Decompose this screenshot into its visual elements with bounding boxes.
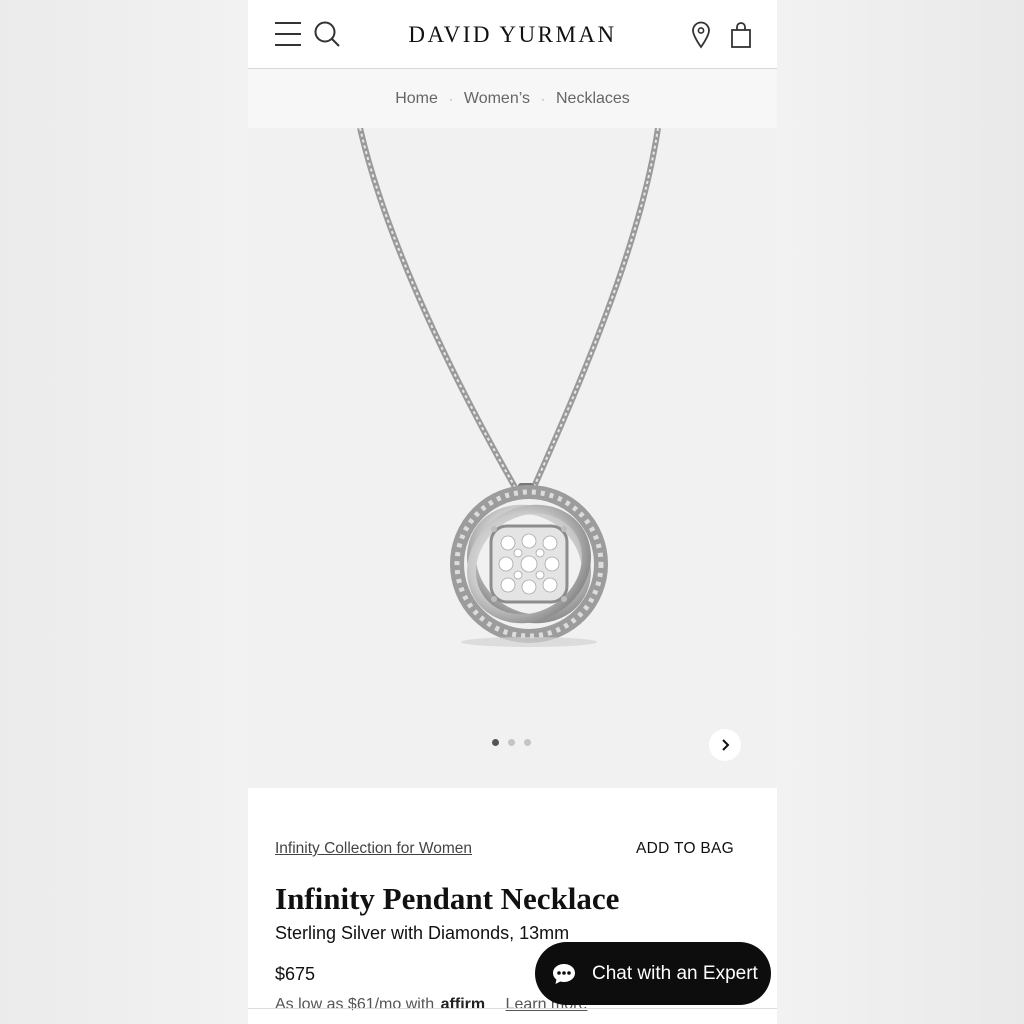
gallery-pagination (492, 739, 531, 746)
breadcrumb-womens[interactable]: Women’s (464, 90, 530, 108)
product-image[interactable] (248, 128, 777, 668)
financing-info: As low as $61/mo with affirm Learn more (275, 996, 587, 1014)
breadcrumb-home[interactable]: Home (395, 90, 438, 108)
product-title: Infinity Pendant Necklace (275, 881, 620, 916)
gallery-next-button[interactable] (709, 729, 741, 761)
chat-with-expert-button[interactable]: Chat with an Expert (535, 942, 771, 1005)
background-right (777, 0, 1024, 1024)
gallery-dot[interactable] (508, 739, 515, 746)
product-gallery (248, 128, 777, 788)
financing-text: As low as $61/mo with (275, 996, 435, 1013)
collection-link[interactable]: Infinity Collection for Women (275, 840, 472, 858)
bottom-divider (248, 1008, 777, 1009)
breadcrumb-separator: · (448, 91, 453, 106)
location-pin-icon[interactable] (691, 21, 711, 49)
chat-label: Chat with an Expert (592, 962, 758, 984)
gallery-dot[interactable] (492, 739, 499, 746)
chevron-right-icon (722, 739, 730, 751)
breadcrumb-separator: · (540, 91, 545, 106)
product-subtitle: Sterling Silver with Diamonds, 13mm (275, 923, 570, 943)
breadcrumb-necklaces[interactable]: Necklaces (556, 90, 630, 108)
mobile-page: DAVID YURMAN Home · Women’s · Necklaces (248, 0, 777, 1024)
background-left (0, 0, 248, 1024)
product-price: $675 (275, 964, 316, 984)
chat-bubble-icon (553, 963, 575, 984)
breadcrumb: Home · Women’s · Necklaces (248, 69, 777, 128)
gallery-dot[interactable] (524, 739, 531, 746)
add-to-bag-button[interactable]: ADD TO BAG (636, 840, 734, 858)
site-header: DAVID YURMAN (248, 0, 777, 69)
shopping-bag-icon[interactable] (730, 22, 752, 49)
affirm-logo: affirm (440, 996, 486, 1013)
